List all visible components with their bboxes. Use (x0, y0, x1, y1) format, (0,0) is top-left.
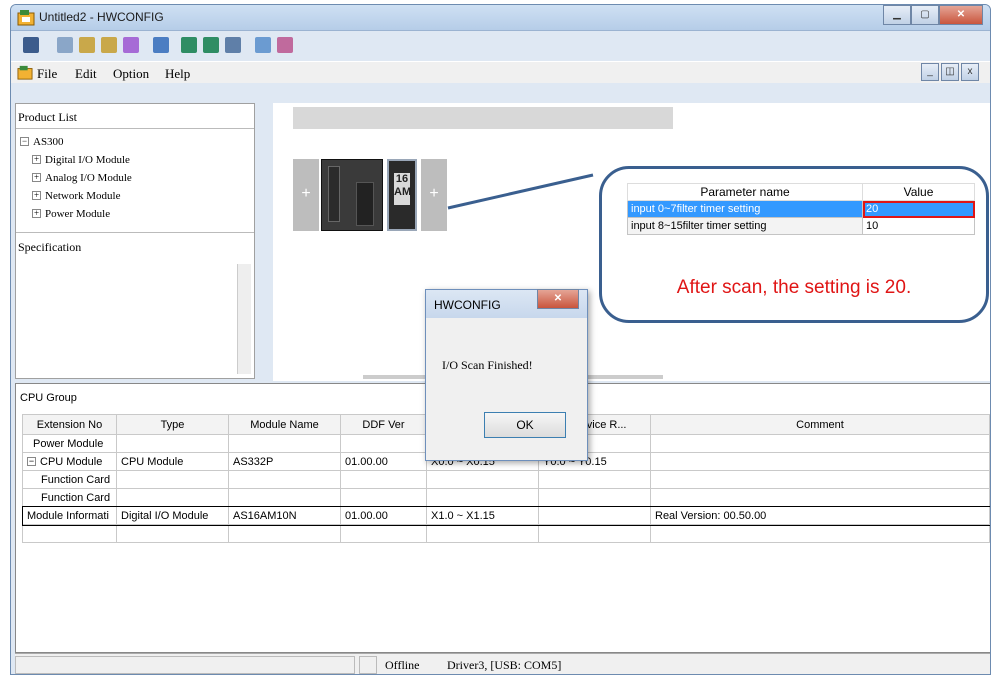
table-row[interactable] (22, 524, 990, 543)
collapse-icon[interactable]: − (20, 137, 29, 146)
child-minimize-button[interactable]: _ (921, 63, 939, 81)
toolbar (17, 35, 417, 59)
parameter-callout: Parameter name Value input 0~7filter tim… (599, 166, 989, 323)
child-restore-button[interactable]: ◫ (941, 63, 959, 81)
diagnose-icon[interactable] (255, 37, 271, 53)
expand-icon[interactable]: + (32, 191, 41, 200)
table-row-selected[interactable]: Module Informati Digital I/O Module AS16AM… (21, 505, 990, 526)
parameter-table: Parameter name Value input 0~7filter tim… (627, 183, 975, 235)
product-panel: Product List − AS300 + Digital I/O Module … (15, 103, 255, 379)
rack-header-bar (293, 107, 673, 129)
cpu-module[interactable] (321, 159, 383, 231)
cut-icon[interactable] (57, 37, 73, 53)
scan-note: After scan, the setting is 20. (676, 277, 912, 298)
scan-icon[interactable] (225, 37, 241, 53)
dialog-message: I/O Scan Finished! (442, 358, 533, 372)
col-extension-no[interactable]: Extension No (22, 414, 117, 435)
download-icon[interactable] (203, 37, 219, 53)
tree-item-power[interactable]: + Power Module (32, 208, 110, 220)
dialog-close-button[interactable]: ✕ (537, 289, 579, 309)
maximize-button[interactable]: ▢ (911, 5, 939, 25)
spec-scrollbar[interactable] (237, 264, 251, 374)
child-close-button[interactable]: x (961, 63, 979, 81)
value-cell-highlighted[interactable]: 20 (862, 200, 975, 218)
menu-help[interactable]: Help (165, 66, 190, 82)
menu-bar: File Edit Option Help _ ◫ x (11, 61, 990, 83)
expand-icon[interactable]: + (32, 155, 41, 164)
dialog-title-bar[interactable]: HWCONFIG ✕ (426, 289, 587, 318)
parameter-header-row: Parameter name Value (627, 183, 975, 201)
expand-icon[interactable]: + (32, 209, 41, 218)
title-bar[interactable]: Untitled2 - HWCONFIG ▁ ▢ ✕ (11, 5, 990, 31)
table-row[interactable]: Function Card (22, 488, 990, 507)
col-type[interactable]: Type (116, 414, 229, 435)
table-row[interactable]: Function Card (22, 470, 990, 489)
io-module-16am[interactable]: 16 AM (387, 159, 417, 231)
save-icon[interactable] (23, 37, 39, 53)
tree-root[interactable]: − AS300 (20, 136, 64, 148)
minimize-button[interactable]: ▁ (883, 5, 911, 25)
parameter-row[interactable]: input 8~15filter timer setting 10 (627, 217, 975, 235)
dialog-title: HWCONFIG (434, 298, 501, 312)
window-title: Untitled2 - HWCONFIG (39, 10, 164, 24)
menu-edit[interactable]: Edit (75, 66, 97, 82)
scan-finished-dialog: HWCONFIG ✕ I/O Scan Finished! OK (425, 289, 588, 461)
ok-button[interactable]: OK (484, 412, 566, 438)
copy-icon[interactable] (79, 37, 95, 53)
collapse-icon[interactable]: − (27, 456, 36, 466)
product-list-title: Product List (18, 110, 77, 124)
col-ddf-ver[interactable]: DDF Ver (340, 414, 427, 435)
driver-status: Driver3, [USB: COM5] (447, 658, 562, 672)
connect-icon[interactable] (153, 37, 169, 53)
specification-title: Specification (18, 240, 82, 254)
app-icon (17, 65, 33, 80)
settings-icon[interactable] (277, 37, 293, 53)
erase-icon[interactable] (123, 37, 139, 53)
paste-icon[interactable] (101, 37, 117, 53)
cpu-group-title: CPU Group (20, 392, 77, 404)
status-bar: Offline Driver3, [USB: COM5] (15, 653, 990, 674)
upload-icon[interactable] (181, 37, 197, 53)
callout-pointer (447, 173, 594, 210)
menu-file[interactable]: File (37, 66, 57, 82)
col-module-name[interactable]: Module Name (228, 414, 341, 435)
close-button[interactable]: ✕ (939, 5, 983, 25)
connection-status: Offline (385, 658, 420, 672)
app-icon (17, 10, 35, 26)
add-slot-left[interactable]: + (293, 159, 319, 231)
tree-item-analog[interactable]: + Analog I/O Module (32, 172, 132, 184)
menu-option[interactable]: Option (113, 66, 149, 82)
tree-item-digital[interactable]: + Digital I/O Module (32, 154, 130, 166)
app-window: Untitled2 - HWCONFIG ▁ ▢ ✕ File Edit Opt… (10, 4, 991, 675)
col-comment[interactable]: Comment (650, 414, 990, 435)
expand-icon[interactable]: + (32, 173, 41, 182)
tree-item-network[interactable]: + Network Module (32, 190, 120, 202)
parameter-row-selected[interactable]: input 0~7filter timer setting 20 (627, 200, 975, 218)
